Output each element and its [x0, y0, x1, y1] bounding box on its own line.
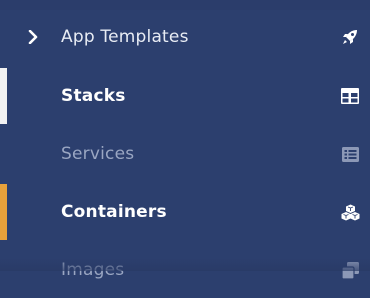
- scroll-fade: [0, 258, 370, 271]
- list-icon: [340, 144, 360, 164]
- rocket-icon: [340, 27, 360, 47]
- sidebar-item-label: Stacks: [61, 86, 126, 106]
- cubes-icon: [340, 202, 360, 222]
- chevron-right-icon[interactable]: [26, 27, 40, 47]
- active-indicator: [0, 184, 7, 240]
- sidebar-item-label: App Templates: [61, 27, 189, 47]
- sidebar-item-label: Containers: [61, 202, 167, 222]
- sidebar-item-containers[interactable]: Containers: [0, 184, 370, 240]
- sidebar: App Templates Stacks: [0, 0, 370, 271]
- active-indicator: [0, 68, 7, 124]
- sidebar-item-app-templates[interactable]: App Templates: [0, 9, 370, 65]
- sidebar-item-stacks[interactable]: Stacks: [0, 68, 370, 124]
- sidebar-item-services[interactable]: Services: [0, 126, 370, 182]
- table-icon: [340, 86, 360, 106]
- sidebar-item-label: Services: [61, 144, 134, 164]
